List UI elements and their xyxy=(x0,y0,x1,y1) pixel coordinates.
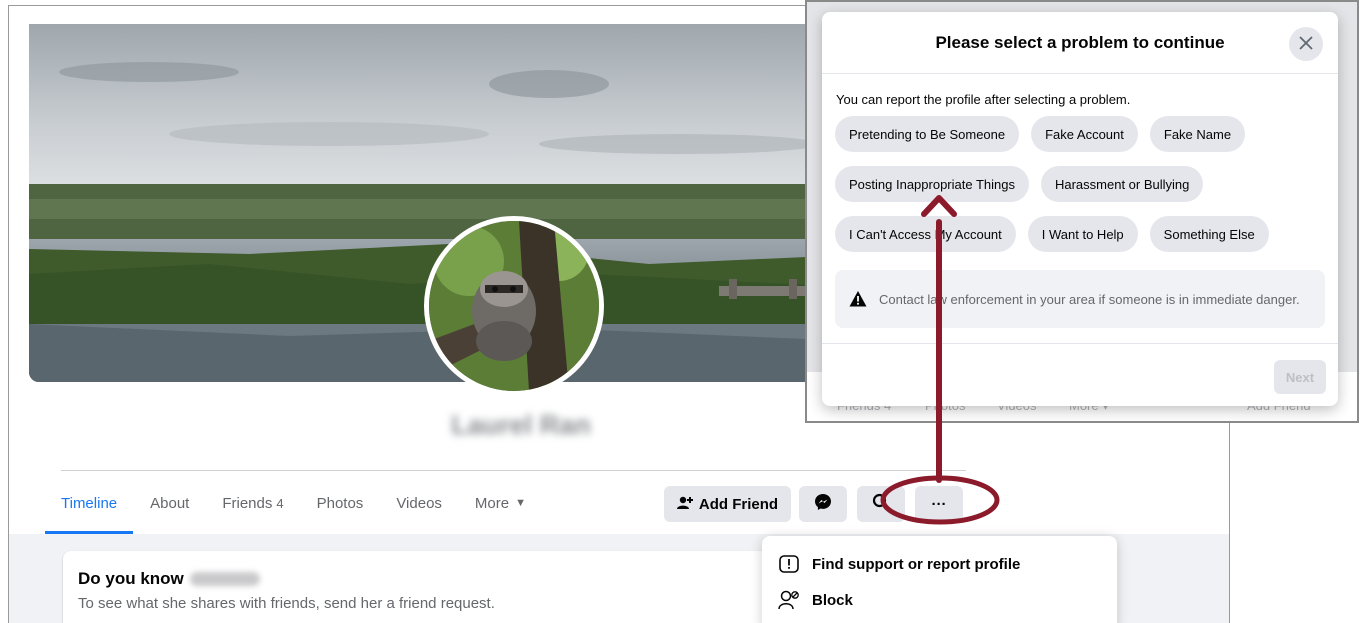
profile-tabs: Timeline About Friends 4 Photos Videos Mo… xyxy=(44,472,559,534)
option-inappropriate[interactable]: Posting Inappropriate Things xyxy=(835,166,1029,202)
messenger-button[interactable] xyxy=(799,486,847,522)
dialog-subtitle: You can report the profile after selecti… xyxy=(836,92,1131,107)
dialog-header: Please select a problem to continue xyxy=(822,12,1338,74)
do-you-know-text: Do you know xyxy=(78,569,184,588)
option-harassment[interactable]: Harassment or Bullying xyxy=(1040,166,1204,202)
report-dialog: Please select a problem to continue You … xyxy=(822,12,1338,406)
add-friend-button[interactable]: Add Friend xyxy=(664,486,791,522)
option-cant-access[interactable]: I Can't Access My Account xyxy=(835,216,1016,252)
option-fake-account[interactable]: Fake Account xyxy=(1031,116,1138,152)
profile-picture[interactable] xyxy=(424,216,604,396)
tab-about[interactable]: About xyxy=(150,472,189,534)
dialog-title: Please select a problem to continue xyxy=(935,32,1225,52)
friends-count: 4 xyxy=(276,495,284,511)
problem-options: Pretending to Be Someone Fake Account Fa… xyxy=(835,116,1335,266)
option-row: I Can't Access My Account I Want to Help… xyxy=(835,216,1335,252)
more-options-button[interactable]: ··· xyxy=(915,486,963,522)
report-icon xyxy=(778,553,800,575)
do-you-know-subtitle: To see what she shares with friends, sen… xyxy=(78,595,495,612)
profile-header-divider xyxy=(61,470,966,471)
more-options-menu: Find support or report profile Block xyxy=(762,536,1117,623)
dialog-footer-divider xyxy=(822,343,1338,344)
tab-timeline[interactable]: Timeline xyxy=(44,472,134,534)
tab-label: Friends xyxy=(222,494,273,512)
block-item[interactable]: Block xyxy=(762,582,1117,618)
option-pretending[interactable]: Pretending to Be Someone xyxy=(835,116,1020,152)
blurred-name xyxy=(189,572,260,586)
caret-down-icon: ▼ xyxy=(515,497,526,509)
tab-photos[interactable]: Photos xyxy=(317,472,364,534)
report-dialog-window: Friends 4 Photos Videos More ▾ Add Frien… xyxy=(805,0,1359,423)
option-row: Pretending to Be Someone Fake Account Fa… xyxy=(835,116,1335,152)
tab-videos[interactable]: Videos xyxy=(396,472,442,534)
add-friend-icon xyxy=(676,496,693,513)
safety-notice: Contact law enforcement in your area if … xyxy=(835,270,1325,328)
warning-icon xyxy=(849,290,867,308)
search-profile-button[interactable] xyxy=(857,486,905,522)
tab-label: More xyxy=(474,494,510,512)
add-friend-label: Add Friend xyxy=(698,495,779,513)
close-button[interactable] xyxy=(1289,27,1323,61)
do-you-know-title: Do you know xyxy=(78,569,754,589)
raccoon-in-tree-image xyxy=(429,221,599,391)
option-fake-name[interactable]: Fake Name xyxy=(1149,116,1246,152)
tab-label: Timeline xyxy=(61,494,118,512)
option-row: Posting Inappropriate Things Harassment … xyxy=(835,166,1335,202)
option-want-help[interactable]: I Want to Help xyxy=(1027,216,1138,252)
tab-label: Videos xyxy=(396,494,442,512)
screenshot-stage: Laurel Ran Timeline About Friends 4 Photo… xyxy=(0,0,1362,623)
option-something-else[interactable]: Something Else xyxy=(1149,216,1269,252)
close-icon xyxy=(1299,33,1313,56)
tab-label: About xyxy=(150,494,190,512)
tab-more[interactable]: More ▼ xyxy=(475,472,526,534)
menu-item-label: Find support or report profile xyxy=(812,555,1021,573)
tab-label: Photos xyxy=(316,494,364,512)
find-support-report-item[interactable]: Find support or report profile xyxy=(762,546,1117,582)
next-button[interactable]: Next xyxy=(1274,360,1326,394)
do-you-know-card: Do you know To see what she shares with … xyxy=(63,551,769,623)
search-icon xyxy=(872,493,890,515)
notice-text: Contact law enforcement in your area if … xyxy=(879,291,1300,307)
tab-friends[interactable]: Friends 4 xyxy=(222,472,283,534)
menu-item-label: Block xyxy=(812,591,853,609)
profile-name: Laurel Ran xyxy=(451,410,591,440)
messenger-icon xyxy=(814,493,832,515)
block-user-icon xyxy=(778,589,800,611)
